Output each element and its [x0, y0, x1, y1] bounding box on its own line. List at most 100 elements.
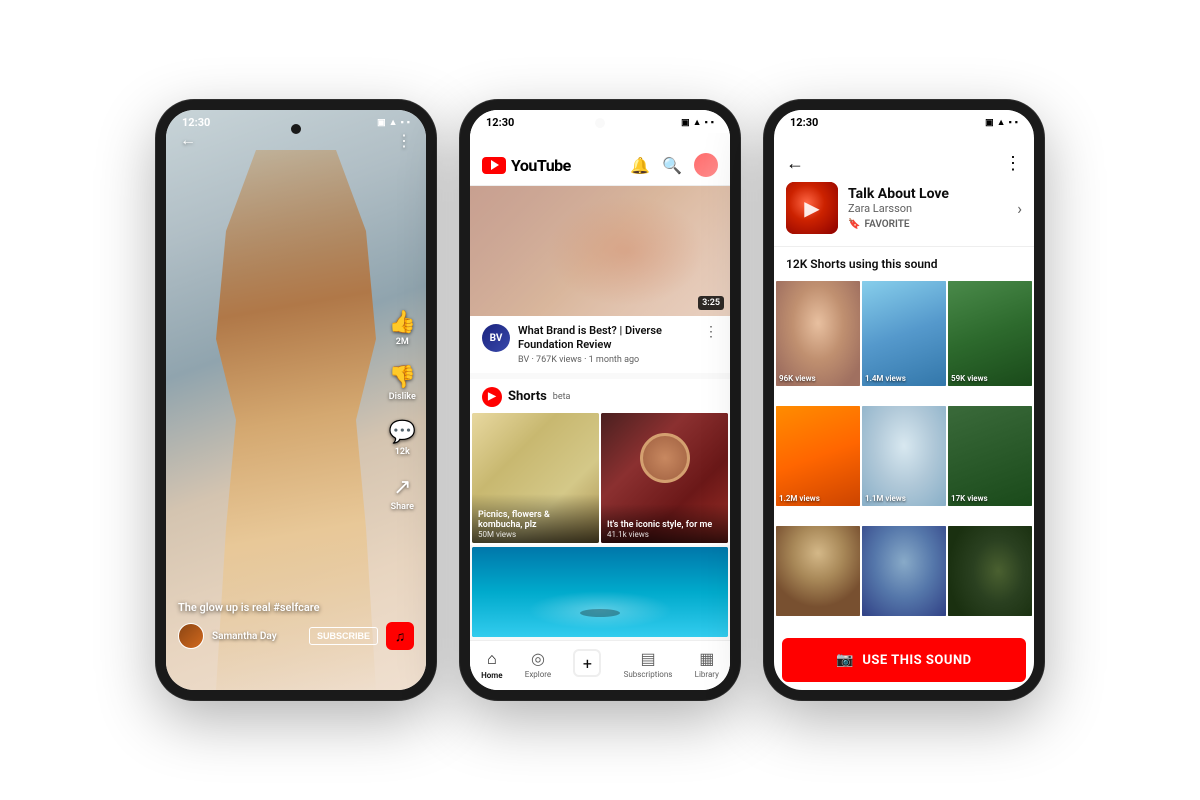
comment-icon: 💬: [389, 420, 416, 445]
views-5: 1.1M views: [865, 494, 906, 503]
status-icons-1: ▣▲▪▪: [377, 117, 410, 128]
header-icons: 🔔 🔍: [630, 153, 718, 177]
video-meta: BV What Brand is Best? | Diverse Foundat…: [470, 316, 730, 373]
phone-1: 12:30 ▣▲▪▪ ← ⋮ 👍 2M 👎 Dislik: [156, 100, 436, 700]
sound-arrow[interactable]: ›: [1017, 199, 1022, 218]
sound-details: Talk About Love Zara Larsson 🔖 FAVORITE: [848, 186, 1007, 230]
views-6: 17K views: [951, 494, 988, 503]
comment-button[interactable]: 💬 12k: [389, 420, 416, 457]
sound-artist: Zara Larsson: [848, 202, 1007, 215]
sound-video-3[interactable]: 59K views: [948, 281, 1032, 386]
sound-video-6[interactable]: 17K views: [948, 406, 1032, 506]
dislike-label: Dislike: [389, 392, 416, 402]
video-thumbnail[interactable]: 3:25: [470, 186, 730, 316]
status-bar-3: 12:30 ▣▲▪▪: [774, 110, 1034, 133]
nav-explore[interactable]: ◎ Explore: [525, 649, 551, 680]
subscriptions-label: Subscriptions: [624, 670, 673, 679]
search-icon[interactable]: 🔍: [662, 156, 682, 175]
yt-play-triangle: [491, 160, 499, 170]
add-icon: +: [573, 649, 601, 677]
shorts-icon: ▶: [482, 387, 502, 407]
sound-video-1[interactable]: 96K views: [776, 281, 860, 386]
short-caption-1: Picnics, flowers & kombucha, plz 50M vie…: [472, 494, 599, 543]
sound-video-8[interactable]: [862, 526, 946, 616]
duration-badge: 3:25: [698, 296, 724, 310]
dislike-button[interactable]: 👎 Dislike: [389, 365, 416, 402]
pool-video[interactable]: [472, 547, 728, 637]
favorite-button[interactable]: 🔖 FAVORITE: [848, 219, 1007, 230]
like-button[interactable]: 👍 2M: [389, 310, 416, 347]
nav-add[interactable]: +: [573, 649, 601, 680]
phone-3: 12:30 ▣▲▪▪ ← ⋮ ▶ Talk About Love Zara La…: [764, 100, 1044, 700]
more-button-3[interactable]: ⋮: [1004, 153, 1022, 174]
views-4: 1.2M views: [779, 494, 820, 503]
phone3-content: 12:30 ▣▲▪▪ ← ⋮ ▶ Talk About Love Zara La…: [774, 110, 1034, 690]
comment-count: 12k: [395, 447, 410, 457]
views-2: 1.4M views: [865, 374, 906, 383]
camera-1: [291, 124, 301, 134]
share-label: Share: [391, 502, 414, 512]
subscribe-button[interactable]: SUBSCRIBE: [309, 627, 378, 645]
shorts-title: Shorts: [508, 389, 547, 404]
video-more-button[interactable]: ⋮: [704, 324, 718, 340]
sound-video-9[interactable]: [948, 526, 1032, 616]
play-icon: ▶: [804, 196, 819, 220]
short-views-2: 41.1k views: [607, 530, 722, 539]
sound-info-row: ▶ Talk About Love Zara Larsson 🔖 FAVORIT…: [774, 182, 1034, 247]
like-icon: 👍: [389, 310, 416, 335]
shorts-header: ▶ Shorts beta: [470, 379, 730, 413]
shorts-video-grid: 96K views 1.4M views 59K views 1.2M view…: [774, 281, 1034, 634]
music-icon: ♫: [395, 628, 406, 645]
status-icons-2: ▣▲▪▪: [681, 117, 714, 128]
bell-icon[interactable]: 🔔: [630, 156, 650, 175]
explore-icon: ◎: [531, 649, 545, 668]
right-actions: 👍 2M 👎 Dislike 💬 12k ↗ Share: [389, 310, 416, 512]
bottom-info: The glow up is real #selfcare Samantha D…: [166, 601, 426, 650]
short-item-2[interactable]: It's the iconic style, for me 41.1k view…: [601, 413, 728, 543]
use-sound-button[interactable]: 📷 USE THIS SOUND: [782, 638, 1026, 682]
short-views-1: 50M views: [478, 530, 593, 539]
channel-row: Samantha Day SUBSCRIBE ♫: [178, 622, 414, 650]
channel-avatar-2: BV: [482, 324, 510, 352]
views-1: 96K views: [779, 374, 816, 383]
shorts-grid: Picnics, flowers & kombucha, plz 50M vie…: [470, 413, 730, 545]
sound-video-4[interactable]: 1.2M views: [776, 406, 860, 506]
camera-icon: 📷: [836, 652, 854, 668]
share-button[interactable]: ↗ Share: [391, 475, 414, 512]
video-caption: The glow up is real #selfcare: [178, 601, 414, 614]
sound-video-2[interactable]: 1.4M views: [862, 281, 946, 386]
nav-subscriptions[interactable]: ▤ Subscriptions: [624, 649, 673, 680]
sound-header: ← ⋮: [774, 133, 1034, 182]
yt-logo: YouTube: [482, 156, 571, 175]
favorite-label: FAVORITE: [864, 219, 909, 230]
back-button-3[interactable]: ←: [786, 153, 804, 174]
yt-logo-text: YouTube: [511, 156, 571, 175]
video-title[interactable]: What Brand is Best? | Diverse Foundation…: [518, 324, 696, 353]
views-3: 59K views: [951, 374, 988, 383]
status-icons-3: ▣▲▪▪: [985, 117, 1018, 128]
short-item-1[interactable]: Picnics, flowers & kombucha, plz 50M vie…: [472, 413, 599, 543]
video-info: What Brand is Best? | Diverse Foundation…: [518, 324, 696, 365]
yt-header: YouTube 🔔 🔍: [470, 133, 730, 186]
nav-home[interactable]: ⌂ Home: [481, 649, 502, 680]
subscriptions-icon: ▤: [640, 649, 655, 668]
nav-library[interactable]: ▦ Library: [695, 649, 719, 680]
status-time-1: 12:30: [182, 116, 210, 129]
sound-video-7[interactable]: [776, 526, 860, 616]
dislike-icon: 👎: [389, 365, 416, 390]
sound-video-5[interactable]: 1.1M views: [862, 406, 946, 506]
more-button-1[interactable]: ⋮: [396, 131, 412, 150]
user-avatar[interactable]: [694, 153, 718, 177]
music-button[interactable]: ♫: [386, 622, 414, 650]
channel-name[interactable]: Samantha Day: [212, 631, 301, 642]
video-subtitle: BV · 767K views · 1 month ago: [518, 355, 696, 365]
shorts-section: ▶ Shorts beta Picnics, flowers & kombuch…: [470, 379, 730, 545]
channel-avatar: [178, 623, 204, 649]
short-caption-2: It's the iconic style, for me 41.1k view…: [601, 504, 728, 543]
back-button-1[interactable]: ←: [180, 130, 196, 150]
sound-thumbnail: ▶: [786, 182, 838, 234]
library-icon: ▦: [699, 649, 714, 668]
use-sound-label: USE THIS SOUND: [862, 653, 971, 668]
library-label: Library: [695, 670, 719, 679]
home-label: Home: [481, 671, 502, 680]
